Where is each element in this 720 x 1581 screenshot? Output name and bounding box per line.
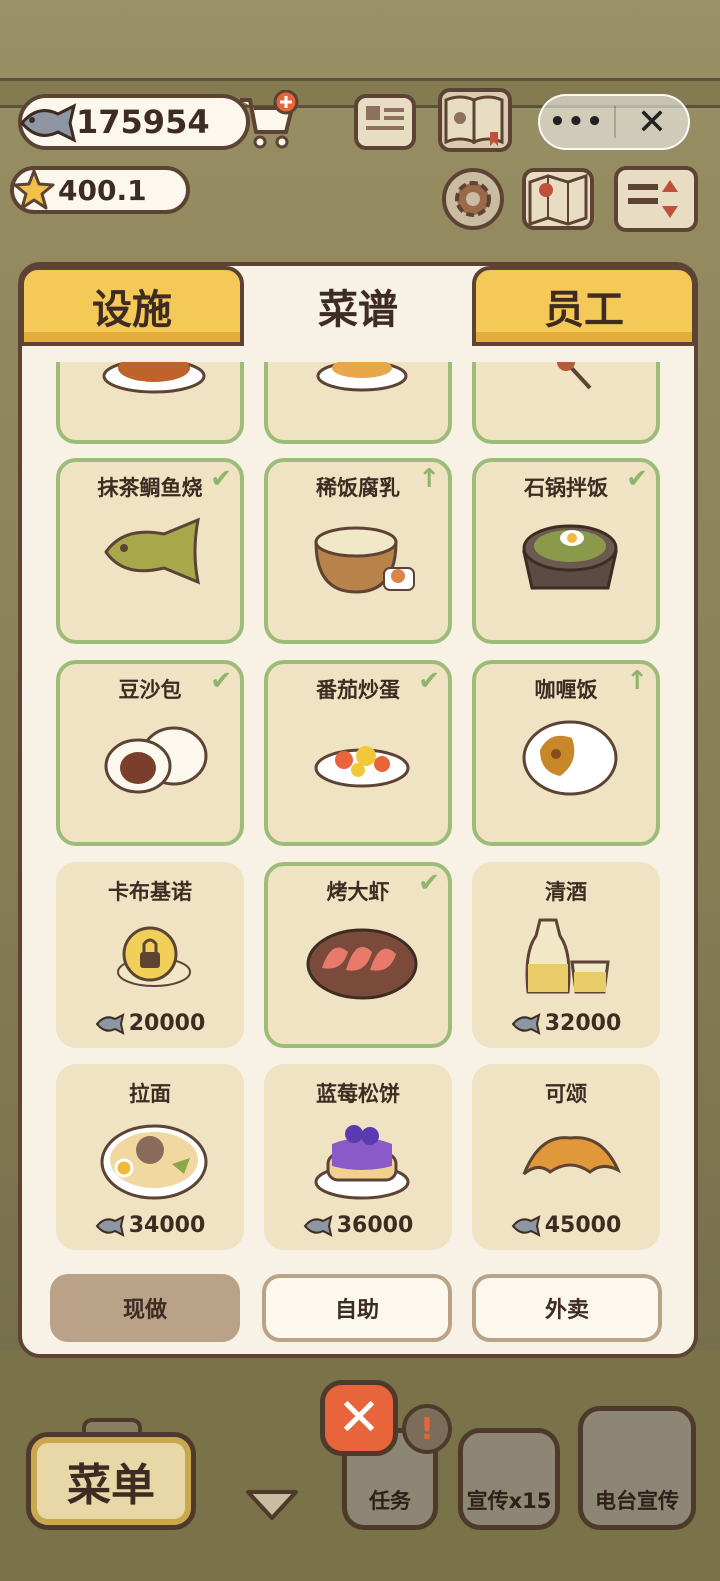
fish-icon xyxy=(303,1214,333,1237)
recipe-card[interactable]: 咖喱饭 ↑ xyxy=(472,660,660,846)
map-icon[interactable] xyxy=(522,168,594,230)
check-icon: ✔ xyxy=(210,464,232,494)
sliders-icon[interactable] xyxy=(614,166,698,232)
alert-icon: ! xyxy=(402,1404,452,1454)
recipe-card[interactable] xyxy=(264,362,452,444)
recipe-card[interactable]: 卡布基诺 20000 xyxy=(56,862,244,1048)
dish-image xyxy=(314,746,410,788)
dish-image xyxy=(557,362,592,390)
check-icon: ✔ xyxy=(626,464,648,494)
recipe-card[interactable] xyxy=(56,362,244,444)
unlock-price: 32000 xyxy=(476,1011,656,1036)
dish-image xyxy=(314,1125,410,1200)
check-icon: ✔ xyxy=(418,868,440,898)
price-value: 20000 xyxy=(128,1011,206,1036)
fish-icon xyxy=(95,1012,125,1035)
dish-image xyxy=(316,362,408,392)
mode-buffet-button[interactable]: 自助 xyxy=(262,1274,452,1342)
dish-image xyxy=(522,720,618,796)
recipe-card[interactable]: 抹茶鲷鱼烧 ✔ xyxy=(56,458,244,644)
mode-made-to-order-button[interactable]: 现做 xyxy=(50,1274,240,1342)
dish-image xyxy=(102,362,206,394)
dish-image xyxy=(525,918,610,994)
recipe-name: 可颂 xyxy=(545,1082,587,1106)
unlock-price: 34000 xyxy=(60,1213,240,1238)
check-icon: ✔ xyxy=(210,666,232,696)
recipe-card[interactable]: 拉面 34000 xyxy=(56,1064,244,1250)
shop-cart-icon[interactable] xyxy=(236,90,300,152)
gear-icon[interactable] xyxy=(442,168,504,230)
tab-recipe[interactable]: 菜谱 xyxy=(246,266,470,346)
more-options-button[interactable]: ••• xyxy=(540,107,614,137)
recipe-card[interactable]: 清酒 32000 xyxy=(472,862,660,1048)
star-rating-value: 400.1 xyxy=(58,173,147,207)
recipe-grid[interactable]: 抹茶鲷鱼烧 ✔ 稀饭腐乳 ↑ 石锅拌饭 ✔ 豆沙包 ✔ 番茄炒蛋 ✔ 咖喱饭 ↑… xyxy=(40,362,680,1262)
menu-button[interactable]: 菜单 xyxy=(26,1432,196,1530)
mode-takeout-button[interactable]: 外卖 xyxy=(472,1274,662,1342)
fish-currency-display: 175954 xyxy=(18,94,250,150)
recipe-card[interactable]: 番茄炒蛋 ✔ xyxy=(264,660,452,846)
tab-staff[interactable]: 员工 xyxy=(472,266,696,346)
recipe-card[interactable]: 可颂 45000 xyxy=(472,1064,660,1250)
recipe-name: 卡布基诺 xyxy=(108,880,192,904)
promotion-button[interactable]: 宣传x15 xyxy=(458,1428,560,1530)
upgrade-arrow-icon: ↑ xyxy=(418,464,440,494)
recipe-name: 蓝莓松饼 xyxy=(316,1082,400,1106)
close-app-button[interactable]: ✕ xyxy=(616,102,688,143)
recipe-card[interactable]: 豆沙包 ✔ xyxy=(56,660,244,846)
star-rating-display: 400.1 xyxy=(10,166,190,214)
price-value: 45000 xyxy=(544,1213,622,1238)
dish-image xyxy=(306,928,418,1000)
dish-image xyxy=(314,526,415,594)
star-icon xyxy=(13,169,55,210)
chevron-down-icon[interactable] xyxy=(244,1486,300,1522)
mini-program-capsule: ••• ✕ xyxy=(538,94,690,150)
fish-count: 175954 xyxy=(76,103,210,141)
recipe-card[interactable]: 稀饭腐乳 ↑ xyxy=(264,458,452,644)
upgrade-arrow-icon: ↑ xyxy=(626,666,648,696)
recipe-book-icon[interactable] xyxy=(438,88,512,152)
dish-image xyxy=(522,524,618,590)
newspaper-icon[interactable] xyxy=(354,94,416,150)
radio-promotion-button[interactable]: 电台宣传 xyxy=(578,1406,696,1530)
tab-facility[interactable]: 设施 xyxy=(20,266,244,346)
fish-icon xyxy=(20,103,77,143)
fish-icon xyxy=(95,1214,125,1237)
recipe-card[interactable] xyxy=(472,362,660,444)
fish-icon xyxy=(511,1012,541,1035)
unlock-price: 36000 xyxy=(268,1213,448,1238)
unlock-price: 45000 xyxy=(476,1213,656,1238)
recipe-card[interactable]: 蓝莓松饼 36000 xyxy=(264,1064,452,1250)
recipe-card[interactable]: 石锅拌饭 ✔ xyxy=(472,458,660,644)
price-value: 34000 xyxy=(128,1213,206,1238)
recipe-name: 清酒 xyxy=(545,880,587,904)
lock-icon xyxy=(117,926,191,987)
dish-image xyxy=(104,517,201,585)
dish-image xyxy=(522,1136,622,1176)
recipe-card[interactable]: 烤大虾 ✔ xyxy=(264,862,452,1048)
fish-icon xyxy=(511,1214,541,1237)
price-value: 32000 xyxy=(544,1011,622,1036)
close-panel-button[interactable]: ✕ xyxy=(320,1380,398,1456)
check-icon: ✔ xyxy=(418,666,440,696)
recipe-name: 拉面 xyxy=(129,1082,171,1106)
dish-image xyxy=(104,726,208,794)
unlock-price: 20000 xyxy=(60,1011,240,1036)
dish-image xyxy=(100,1124,208,1200)
price-value: 36000 xyxy=(336,1213,414,1238)
